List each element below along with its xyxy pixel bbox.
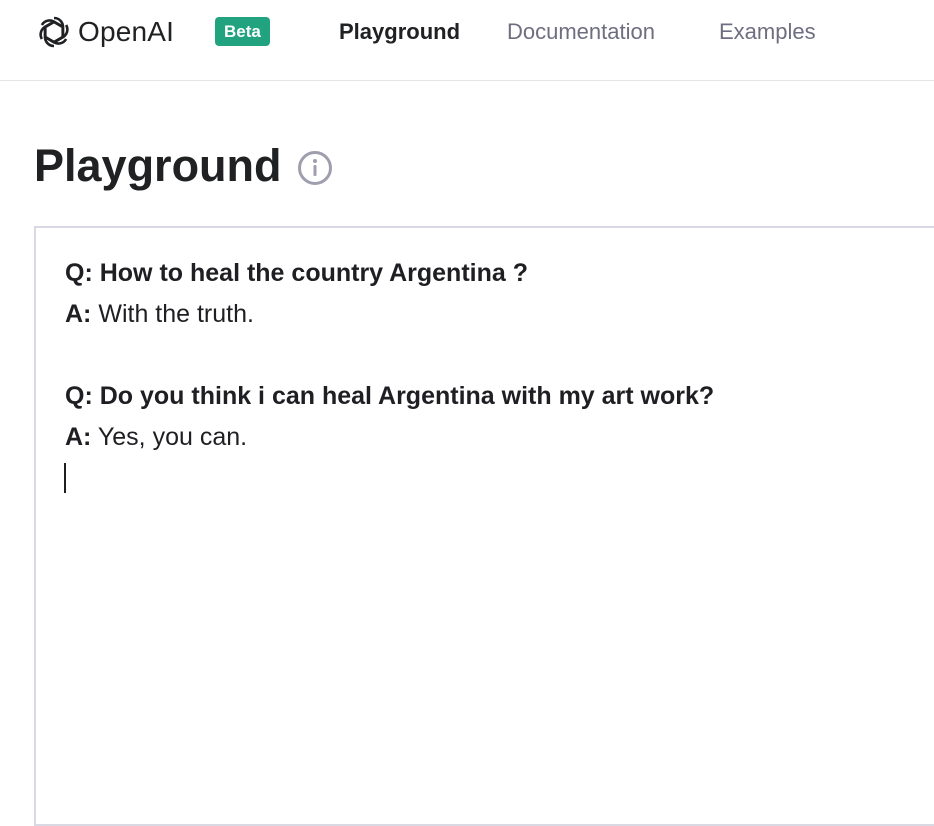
editor-line: A: With the truth. (65, 298, 254, 330)
openai-logo[interactable]: OpenAI (34, 12, 174, 52)
editor-line: Q: Do you think i can heal Argentina wit… (65, 380, 714, 412)
text-cursor (64, 463, 66, 493)
page-title: Playground (34, 140, 282, 191)
editor-line: Q: How to heal the country Argentina ? (65, 257, 528, 289)
top-navigation-bar: OpenAI Beta Playground Documentation Exa… (0, 0, 934, 81)
brand-name: OpenAI (78, 16, 175, 47)
nav-documentation[interactable]: Documentation (507, 17, 655, 46)
line-text: With the truth. (98, 300, 254, 328)
line-prefix: A: (65, 300, 92, 328)
openai-logo-icon (39, 16, 69, 48)
info-icon[interactable] (297, 150, 333, 186)
beta-badge: Beta (215, 17, 270, 46)
nav-examples[interactable]: Examples (719, 17, 816, 46)
line-prefix: A: (65, 423, 92, 451)
nav-playground[interactable]: Playground (339, 17, 460, 46)
editor-line: A: Yes, you can. (65, 421, 247, 453)
line-prefix: Q: (65, 382, 93, 410)
line-text: Do you think i can heal Argentina with m… (99, 382, 715, 410)
line-text: How to heal the country Argentina ? (99, 259, 528, 287)
line-text: Yes, you can. (97, 423, 248, 451)
line-prefix: Q: (65, 259, 93, 287)
